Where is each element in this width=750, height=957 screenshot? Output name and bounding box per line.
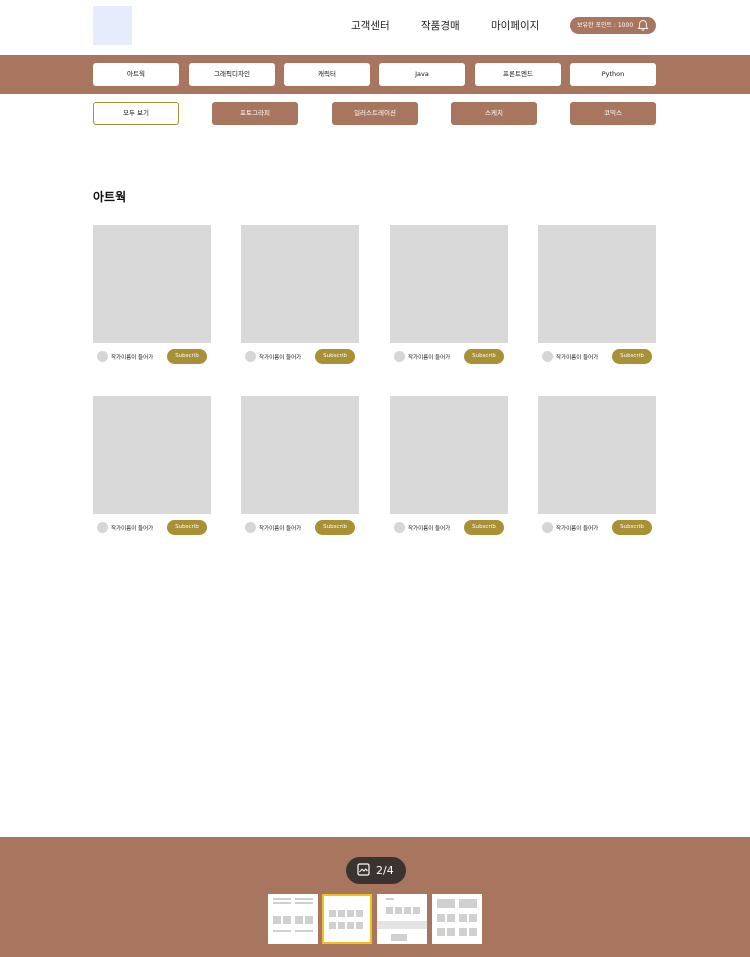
subcategory-sketch[interactable]: 스케치: [451, 102, 537, 125]
category-artwork[interactable]: 아트웍: [93, 63, 179, 86]
nav-customer-center[interactable]: 고객센터: [351, 18, 390, 33]
subscribe-button[interactable]: Subscrib: [315, 349, 355, 364]
avatar[interactable]: [245, 351, 256, 362]
author-name: 작가이름이 들어가: [111, 526, 154, 532]
author-name: 작가이름이 들어가: [259, 526, 302, 532]
artwork-thumbnail[interactable]: [93, 225, 211, 343]
avatar[interactable]: [542, 351, 553, 362]
page-thumbnail-1[interactable]: [268, 894, 318, 944]
page-indicator-label: 2/4: [376, 864, 394, 877]
artwork-thumbnail[interactable]: [93, 396, 211, 514]
artwork-card: 작가이름이 들어가 Subscrib: [538, 225, 656, 365]
page-thumbnail-3[interactable]: [377, 894, 427, 944]
author-name: 작가이름이 들어가: [556, 355, 599, 361]
subcategory-all[interactable]: 모두 보기: [93, 102, 179, 125]
artwork-card: 작가이름이 들어가 Subscrib: [538, 396, 656, 536]
artwork-card: 작가이름이 들어가 Subscrib: [390, 225, 508, 365]
subcategory-photography[interactable]: 포토그라피: [212, 102, 298, 125]
points-badge[interactable]: 보유한 포인트 : 1000: [570, 17, 656, 34]
avatar[interactable]: [394, 351, 405, 362]
artwork-card: 작가이름이 들어가 Subscrib: [93, 225, 211, 365]
subcategory-comics[interactable]: 코믹스: [570, 102, 656, 125]
nav-artwork-auction[interactable]: 작품경매: [421, 18, 460, 33]
page-indicator[interactable]: 2/4: [346, 857, 406, 884]
section-title: 아트웍: [93, 190, 127, 204]
subcategory-illustration[interactable]: 일러스트레이션: [332, 102, 418, 125]
subscribe-button[interactable]: Subscrib: [167, 520, 207, 535]
nav-mypage[interactable]: 마이페이지: [491, 18, 539, 33]
subscribe-button[interactable]: Subscrib: [612, 520, 652, 535]
subscribe-button[interactable]: Subscrib: [315, 520, 355, 535]
author-name: 작가이름이 들어가: [556, 526, 599, 532]
artwork-card: 작가이름이 들어가 Subscrib: [93, 396, 211, 536]
artwork-thumbnail[interactable]: [241, 396, 359, 514]
artwork-thumbnail[interactable]: [390, 225, 508, 343]
category-character[interactable]: 캐릭터: [284, 63, 370, 86]
artwork-card: 작가이름이 들어가 Subscrib: [241, 396, 359, 536]
author-name: 작가이름이 들어가: [111, 355, 154, 361]
bell-icon[interactable]: [637, 19, 649, 32]
logo[interactable]: [93, 6, 132, 45]
points-label: 보유한 포인트 : 1000: [577, 22, 634, 29]
author-name: 작가이름이 들어가: [408, 526, 451, 532]
subscribe-button[interactable]: Subscrib: [612, 349, 652, 364]
category-python[interactable]: Python: [570, 63, 656, 86]
gallery-icon: [357, 863, 370, 876]
subscribe-button[interactable]: Subscrib: [464, 520, 504, 535]
avatar[interactable]: [394, 522, 405, 533]
artwork-thumbnail[interactable]: [241, 225, 359, 343]
artwork-thumbnail[interactable]: [538, 396, 656, 514]
avatar[interactable]: [97, 351, 108, 362]
artwork-thumbnail[interactable]: [390, 396, 508, 514]
footer: [0, 837, 750, 957]
author-name: 작가이름이 들어가: [259, 355, 302, 361]
subscribe-button[interactable]: Subscrib: [464, 349, 504, 364]
page-thumbnail-4[interactable]: [432, 894, 482, 944]
artwork-card: 작가이름이 들어가 Subscrib: [241, 225, 359, 365]
category-graphic-design[interactable]: 그래픽디자인: [189, 63, 275, 86]
author-name: 작가이름이 들어가: [408, 355, 451, 361]
category-frontend[interactable]: 프론트엔드: [475, 63, 561, 86]
page-thumbnail-2[interactable]: [322, 894, 372, 944]
artwork-thumbnail[interactable]: [538, 225, 656, 343]
avatar[interactable]: [97, 522, 108, 533]
artwork-card: 작가이름이 들어가 Subscrib: [390, 396, 508, 536]
subscribe-button[interactable]: Subscrib: [167, 349, 207, 364]
avatar[interactable]: [245, 522, 256, 533]
category-bar: 아트웍 그래픽디자인 캐릭터 Java 프론트엔드 Python: [0, 55, 750, 94]
category-java[interactable]: Java: [379, 63, 465, 86]
header: 고객센터 작품경매 마이페이지 보유한 포인트 : 1000: [0, 0, 750, 55]
avatar[interactable]: [542, 522, 553, 533]
